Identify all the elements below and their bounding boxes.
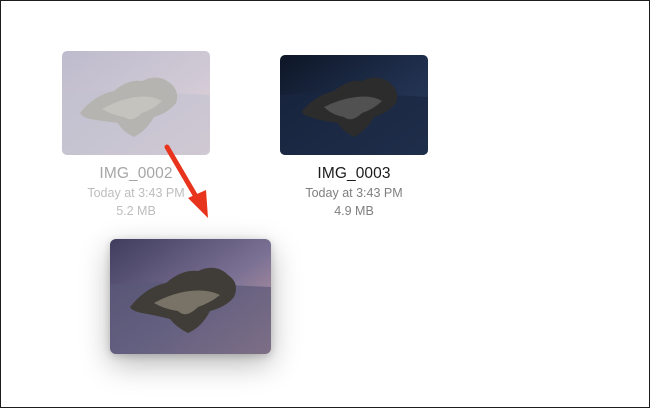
- file-item-img-0003[interactable]: IMG_0003 Today at 3:43 PM 4.9 MB: [280, 55, 428, 219]
- arrow-down-right-icon: [160, 140, 220, 227]
- file-date: Today at 3:43 PM: [305, 186, 403, 200]
- drag-preview-image[interactable]: [110, 239, 271, 354]
- file-size: 4.9 MB: [334, 204, 374, 218]
- file-name[interactable]: IMG_0003: [280, 165, 428, 183]
- image-thumbnail[interactable]: [280, 55, 428, 155]
